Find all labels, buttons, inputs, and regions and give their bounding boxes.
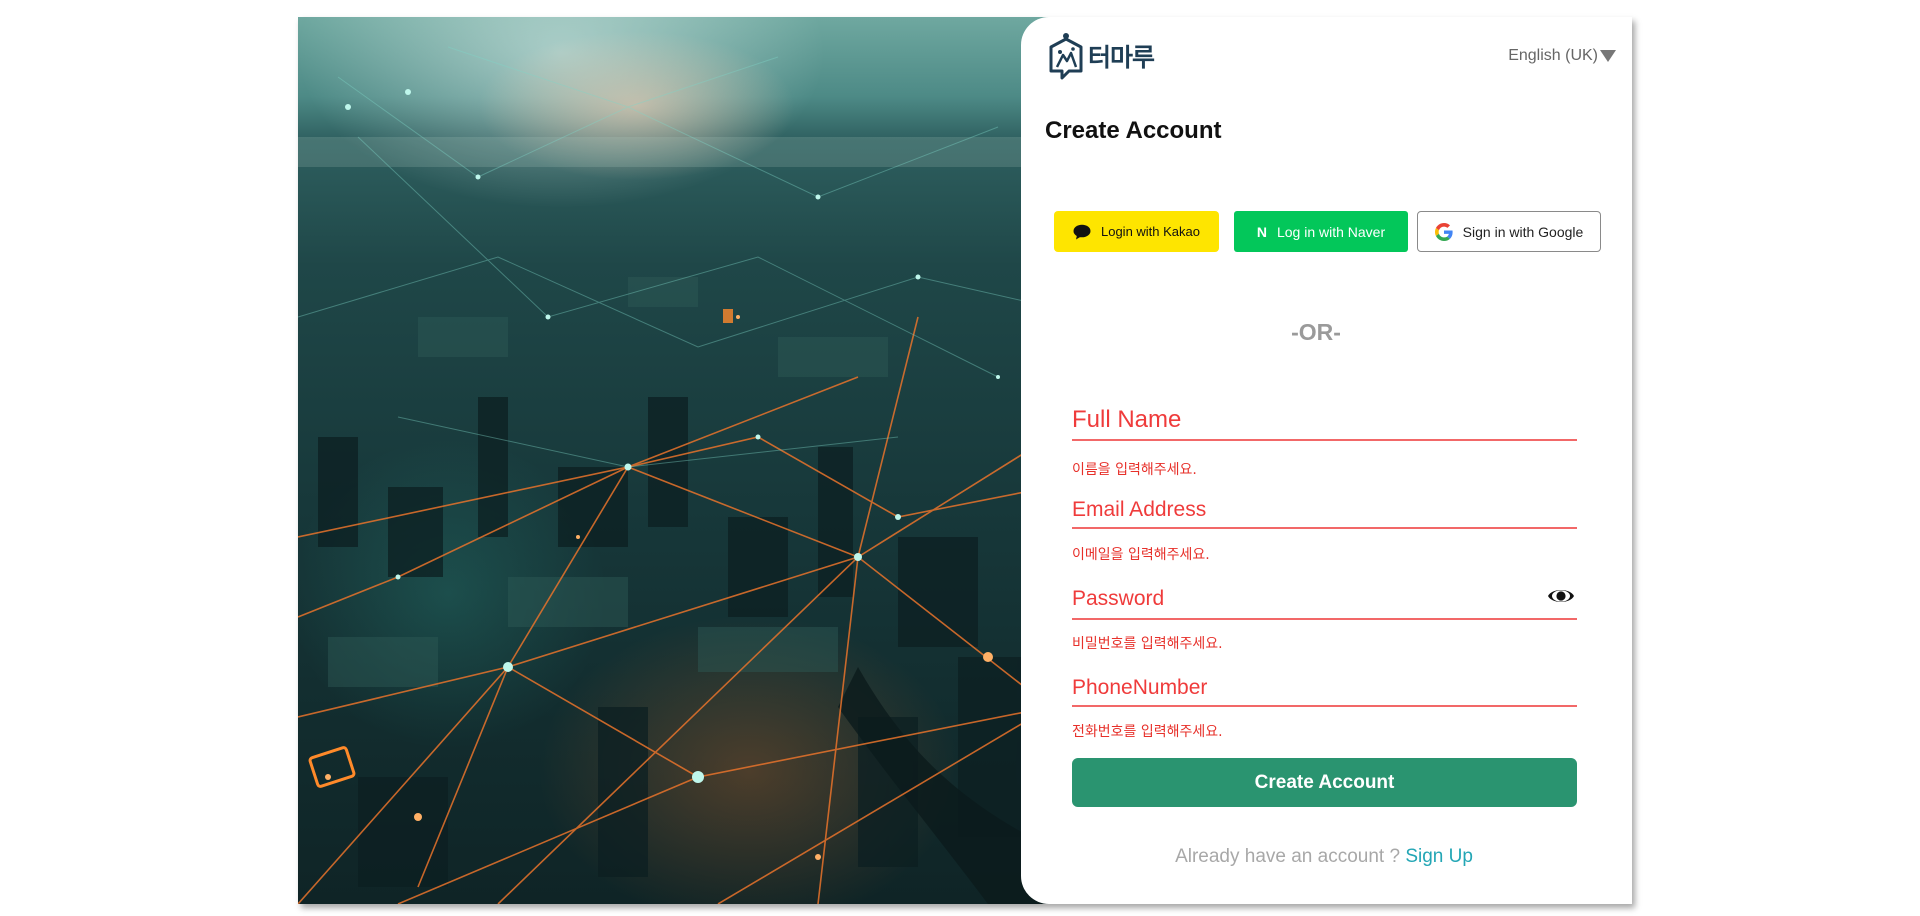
phone-error: 전화번호를 입력해주세요. (1072, 724, 1223, 740)
page-title: Create Account (1045, 117, 1222, 144)
brand-name: 터마루 (1088, 43, 1155, 72)
full-name-error: 이름을 입력해주세요. (1072, 462, 1197, 478)
city-network-hero-image (298, 17, 1050, 904)
phone-input[interactable] (1072, 671, 1577, 705)
naver-n-icon: N (1256, 223, 1267, 240)
signup-panel: 터마루 English (UK) Create Account Login wi… (1021, 17, 1632, 904)
kakao-login-button[interactable]: Login with Kakao (1054, 211, 1219, 252)
language-selected-label: English (UK) (1508, 47, 1598, 64)
create-account-button[interactable]: Create Account (1072, 758, 1577, 807)
full-name-input[interactable] (1072, 403, 1577, 437)
email-error: 이메일을 입력해주세요. (1072, 547, 1210, 563)
google-login-button[interactable]: Sign in with Google (1417, 211, 1601, 252)
naver-login-button[interactable]: N Log in with Naver (1234, 211, 1408, 252)
email-field (1072, 493, 1577, 529)
kakao-login-label: Login with Kakao (1100, 224, 1200, 239)
language-selector[interactable]: English (UK) (1508, 47, 1616, 65)
phone-field (1072, 671, 1577, 707)
signin-prompt-text: Already have an account ? (1175, 846, 1406, 867)
or-divider: -OR- (1291, 319, 1341, 345)
naver-login-label: Log in with Naver (1276, 223, 1386, 240)
caret-down-icon (1600, 50, 1616, 62)
signin-prompt: Already have an account ? Sign Up (1021, 846, 1627, 868)
eye-icon[interactable] (1547, 585, 1575, 607)
signup-card: 터마루 English (UK) Create Account Login wi… (298, 17, 1632, 904)
house-map-pin-icon (1049, 33, 1083, 80)
google-g-icon (1434, 222, 1453, 241)
brand-logo[interactable]: 터마루 (1047, 31, 1155, 81)
sign-up-link[interactable]: Sign Up (1405, 846, 1473, 867)
password-error: 비밀번호를 입력해주세요. (1072, 636, 1223, 652)
speech-bubble-icon (1073, 224, 1091, 239)
email-input[interactable] (1072, 493, 1577, 527)
city-network-illustration (298, 46, 1050, 904)
password-field (1072, 582, 1577, 620)
password-input[interactable] (1072, 582, 1577, 616)
google-login-label: Sign in with Google (1462, 223, 1584, 240)
full-name-field (1072, 403, 1577, 441)
